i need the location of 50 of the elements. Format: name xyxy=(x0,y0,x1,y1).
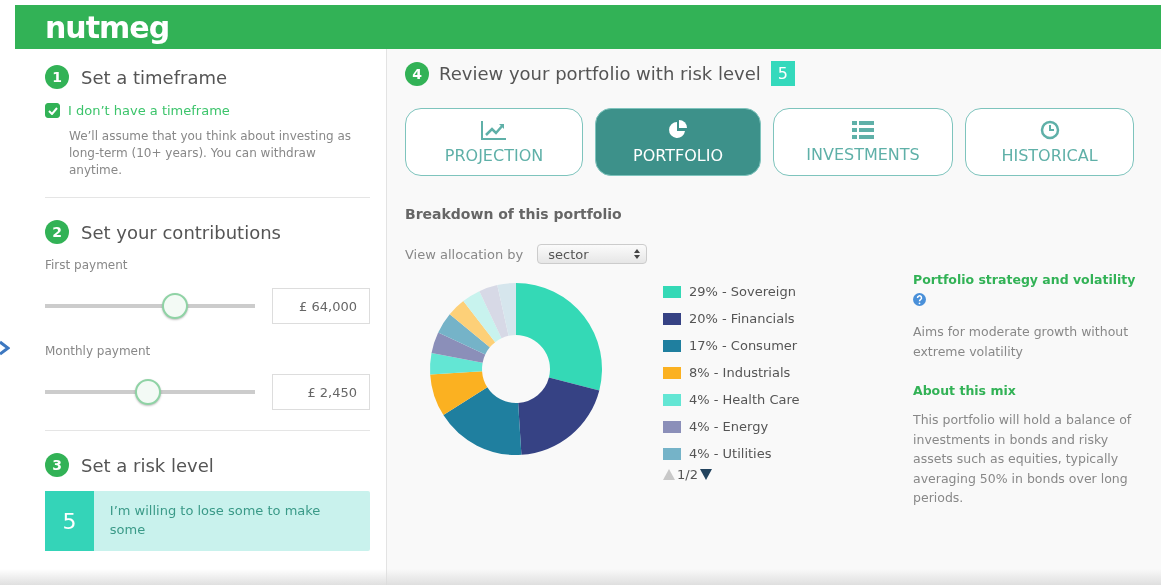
view-tab[interactable]: INVESTMENTS xyxy=(773,108,953,176)
allocation-select[interactable]: sector xyxy=(537,244,648,264)
legend-label: 20% - Financials xyxy=(689,311,795,326)
up-triangle-icon[interactable] xyxy=(663,469,675,480)
slider-thumb[interactable] xyxy=(162,293,189,319)
view-tab[interactable]: HISTORICAL xyxy=(965,108,1134,176)
step-title: Set your contributions xyxy=(81,221,281,243)
info-text: Aims for moderate growth without extreme volatility xyxy=(913,323,1130,361)
risk-description: I’m willing to lose some to make some xyxy=(108,502,322,539)
step-number: 2 xyxy=(45,220,69,244)
line-chart-icon xyxy=(481,119,507,140)
info-text: This portfolio will hold a balance of investments in bonds and risky assets such as equities, typically averaging 50% in bonds over long periods. xyxy=(913,411,1133,507)
updown-arrows-icon xyxy=(634,249,641,259)
risk-level-number: 5 xyxy=(45,491,94,551)
step-title: Review your portfolio with risk level xyxy=(439,63,761,84)
info-title: About this mix xyxy=(913,383,1017,398)
legend-label: 8% - Industrials xyxy=(689,365,791,380)
help-icon[interactable] xyxy=(913,293,926,306)
legend-label: 4% - Health Care xyxy=(689,392,800,407)
list-icon xyxy=(852,120,874,139)
step-number: 1 xyxy=(45,65,69,89)
timeframe-note: We’ll assume that you think about investing as long-term (10+ years). You can withdraw anytime. xyxy=(69,128,353,179)
risk-level-badge: 5 xyxy=(770,61,795,86)
step-title: Set a risk level xyxy=(81,454,214,476)
select-label: View allocation by xyxy=(405,246,524,262)
slider-thumb[interactable] xyxy=(134,379,161,405)
section-title: Breakdown of this portfolio xyxy=(405,206,623,222)
clock-icon xyxy=(1039,119,1060,140)
down-triangle-icon[interactable] xyxy=(699,469,712,480)
logo: nutmeg xyxy=(45,9,170,45)
step-number: 3 xyxy=(45,453,69,477)
pie-chart-icon xyxy=(668,119,688,140)
view-tab[interactable]: PORTFOLIO xyxy=(595,108,761,176)
view-tab[interactable]: PROJECTION xyxy=(405,108,583,176)
legend-label: 4% - Utilities xyxy=(689,446,772,461)
legend-label: 4% - Energy xyxy=(689,419,769,434)
step-number: 4 xyxy=(405,61,429,86)
step-title: Set a timeframe xyxy=(81,66,228,88)
chevron-right-icon xyxy=(0,340,10,356)
amount-field[interactable]: £ 2,450 xyxy=(272,374,370,410)
legend-label: 29% - Sovereign xyxy=(689,284,796,299)
field-label: Monthly payment xyxy=(45,344,152,358)
checkbox[interactable] xyxy=(45,103,60,118)
checkbox-label[interactable]: I don’t have a timeframe xyxy=(68,103,230,118)
info-title: Portfolio strategy and volatility xyxy=(913,272,1137,287)
page-indicator: 1/2 xyxy=(677,467,698,482)
legend-label: 17% - Consumer xyxy=(689,338,798,353)
risk-level-card[interactable]: 5 I’m willing to lose some to make some xyxy=(45,491,370,551)
field-label: First payment xyxy=(45,258,129,272)
amount-field[interactable]: £ 64,000 xyxy=(272,288,370,324)
